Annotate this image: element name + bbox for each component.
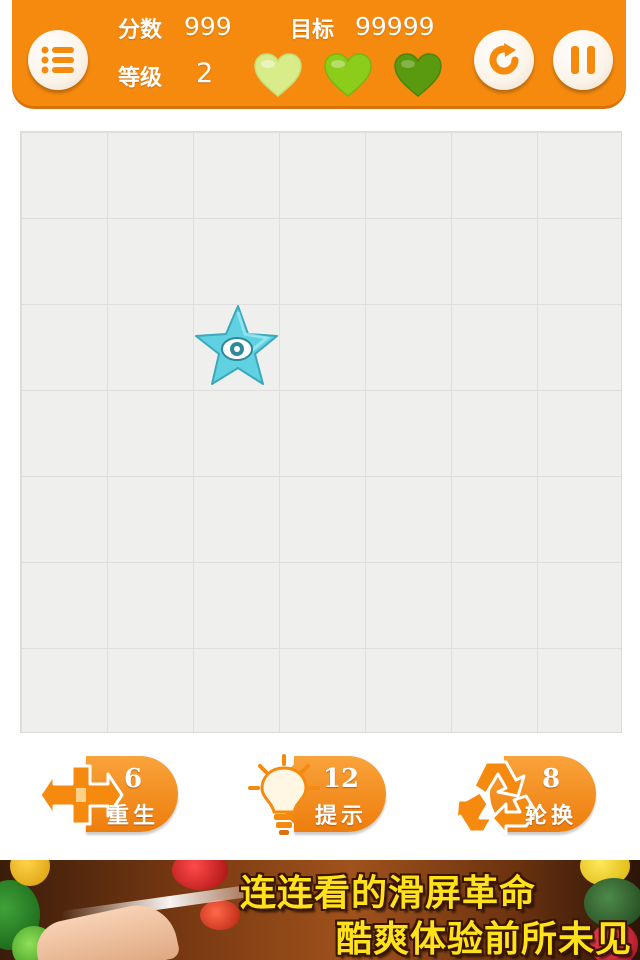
restart-button[interactable] [474,30,534,90]
heart-icon [324,53,372,97]
shuffle-label: 轮换 [524,804,577,829]
shuffle-button[interactable]: 8 轮换 [456,752,606,838]
board-tile[interactable] [193,304,279,390]
target-label: 目标 [290,18,335,43]
score-value: 999 [184,12,232,41]
level-label: 等级 [118,66,163,91]
level-value: 2 [196,58,214,89]
revive-label: 重生 [106,804,159,829]
list-icon [41,46,74,74]
revive-count: 6 [123,764,143,794]
top-bar: 分数 999 目标 99999 等级 2 [12,0,626,106]
banner-headline: 连连看的滑屏革命 [240,873,537,914]
revive-button[interactable]: 6 重生 [38,752,188,838]
heart-icon [394,53,442,97]
game-board [20,131,622,733]
shuffle-count: 8 [541,764,561,794]
ad-banner[interactable]: 连连看的滑屏革命 酷爽体验前所未见 [0,860,640,960]
hint-count: 12 [322,764,360,794]
target-value: 99999 [355,12,435,41]
strawberry-fruit [172,860,228,890]
red-fruit [200,900,240,930]
heart-icon [254,53,302,97]
hint-label: 提示 [314,804,367,829]
banner-subline: 酷爽体验前所未见 [336,919,633,960]
pause-button[interactable] [553,30,613,90]
hint-button[interactable]: 12 提示 [246,752,396,838]
refresh-icon [489,43,519,75]
score-label: 分数 [118,18,163,43]
pause-icon [571,46,595,74]
cyan-star-monster-icon [195,305,278,385]
menu-button[interactable] [28,30,88,90]
